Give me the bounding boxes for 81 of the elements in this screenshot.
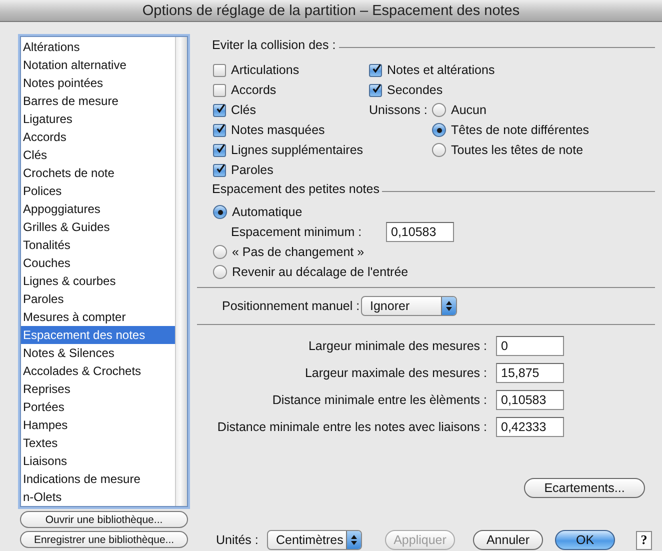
checkbox-label: Articulations	[231, 63, 300, 77]
sidebar-item[interactable]: Notes pointées	[21, 74, 175, 92]
radio-label: Automatique	[232, 205, 302, 219]
input-field[interactable]: 0,10583	[386, 222, 454, 242]
checkbox[interactable]	[213, 164, 226, 176]
help-button[interactable]: ?	[636, 530, 652, 550]
radio-button[interactable]	[432, 103, 446, 117]
checkbox-label: Secondes	[387, 83, 443, 97]
radio-button[interactable]	[432, 143, 446, 157]
sidebar-item[interactable]: Grilles & Guides	[21, 218, 175, 236]
field-label: Positionnement manuel :	[222, 299, 361, 313]
sidebar-item[interactable]: Clés	[21, 146, 175, 164]
sidebar-item[interactable]: Indications de mesure	[21, 470, 175, 488]
field-label: Largeur maximale des mesures :	[304, 366, 487, 380]
dropdown[interactable]: Ignorer	[361, 296, 457, 316]
sidebar-item[interactable]: Notation alternative	[21, 56, 175, 74]
sidebar-item[interactable]: Barres de mesure	[21, 92, 175, 110]
checkbox[interactable]	[213, 104, 226, 116]
field-label: Espacement minimum :	[231, 225, 363, 239]
sidebar-item[interactable]: Altérations	[21, 38, 175, 56]
sidebar-item[interactable]: Accords	[21, 128, 175, 146]
checkbox[interactable]	[213, 64, 226, 76]
section-title: Eviter la collision des :	[212, 38, 336, 52]
radio-label: Revenir au décalage de l'entrée	[232, 265, 408, 279]
input-field[interactable]: 0,10583	[496, 390, 564, 410]
updown-arrows-icon	[351, 535, 357, 545]
scrollbar[interactable]	[175, 37, 187, 506]
checkbox-label: Paroles	[231, 163, 274, 177]
field-label: Distance minimale entre les èlèments :	[271, 393, 487, 407]
unisons-label: Unissons :	[369, 102, 428, 119]
cancel-button[interactable]: Annuler	[473, 530, 543, 550]
checkbox[interactable]	[369, 84, 382, 96]
library-button[interactable]: Ouvrir une bibliothèque...	[20, 511, 188, 528]
input-field[interactable]: 0,42333	[496, 417, 564, 437]
library-button[interactable]: Enregistrer une bibliothèque...	[20, 531, 188, 548]
checkbox-label: Clés	[231, 103, 256, 117]
checkbox-label: Notes et altérations	[387, 63, 495, 77]
input-field[interactable]: 0	[496, 336, 564, 356]
sidebar-item[interactable]: Portées	[21, 398, 175, 416]
updown-arrows-icon	[446, 301, 452, 311]
sidebar-item[interactable]: Appoggiatures	[21, 200, 175, 218]
sidebar-item[interactable]: Hampes	[21, 416, 175, 434]
field-label: Largeur minimale des mesures :	[307, 339, 487, 353]
radio-button[interactable]	[432, 123, 446, 137]
sidebar-item[interactable]: Polices	[21, 182, 175, 200]
sidebar-item[interactable]: Crochets de note	[21, 164, 175, 182]
sidebar-item[interactable]: Couches	[21, 254, 175, 272]
sidebar-item[interactable]: n-Olets	[21, 488, 175, 506]
sidebar-item[interactable]: Mesures à compter	[21, 308, 175, 326]
ok-button[interactable]: OK	[555, 530, 615, 550]
dropdown[interactable]: Centimètres	[267, 530, 362, 550]
radio-button[interactable]	[213, 265, 227, 279]
field-label: Distance minimale entre les notes avec liaisons :	[216, 420, 487, 434]
section-title: Espacement des petites notes	[212, 182, 380, 196]
checkbox-label: Notes masquées	[231, 123, 325, 137]
radio-label: Têtes de note différentes	[451, 123, 590, 137]
sidebar-item[interactable]: Paroles	[21, 290, 175, 308]
spacing-button[interactable]: Ecartements...	[524, 478, 645, 498]
checkbox[interactable]	[213, 144, 226, 156]
sidebar-item[interactable]: Accolades & Crochets	[21, 362, 175, 380]
sidebar-item[interactable]: Lignes & courbes	[21, 272, 175, 290]
sidebar-item[interactable]: Tonalités	[21, 236, 175, 254]
radio-button[interactable]	[213, 205, 227, 219]
checkbox[interactable]	[369, 64, 382, 76]
checkbox-label: Accords	[231, 83, 276, 97]
sidebar-item[interactable]: Liaisons	[21, 452, 175, 470]
radio-label: « Pas de changement »	[232, 245, 364, 259]
checkbox-label: Lignes supplémentaires	[231, 143, 364, 157]
checkbox[interactable]	[213, 124, 226, 136]
sidebar-item[interactable]: Ligatures	[21, 110, 175, 128]
checkbox[interactable]	[213, 84, 226, 96]
sidebar-item[interactable]: Textes	[21, 434, 175, 452]
input-field[interactable]: 15,875	[496, 363, 564, 383]
radio-button[interactable]	[213, 245, 227, 259]
sidebar-item[interactable]: Notes & Silences	[21, 344, 175, 362]
sidebar-item[interactable]: Espacement des notes	[21, 326, 175, 344]
radio-label: Toutes les têtes de note	[451, 143, 584, 157]
sidebar-item[interactable]: Reprises	[21, 380, 175, 398]
radio-label: Aucun	[451, 103, 486, 117]
window-title: Options de réglage de la partition – Espacement des notes	[142, 2, 520, 18]
units-label: Unités :	[216, 533, 260, 547]
